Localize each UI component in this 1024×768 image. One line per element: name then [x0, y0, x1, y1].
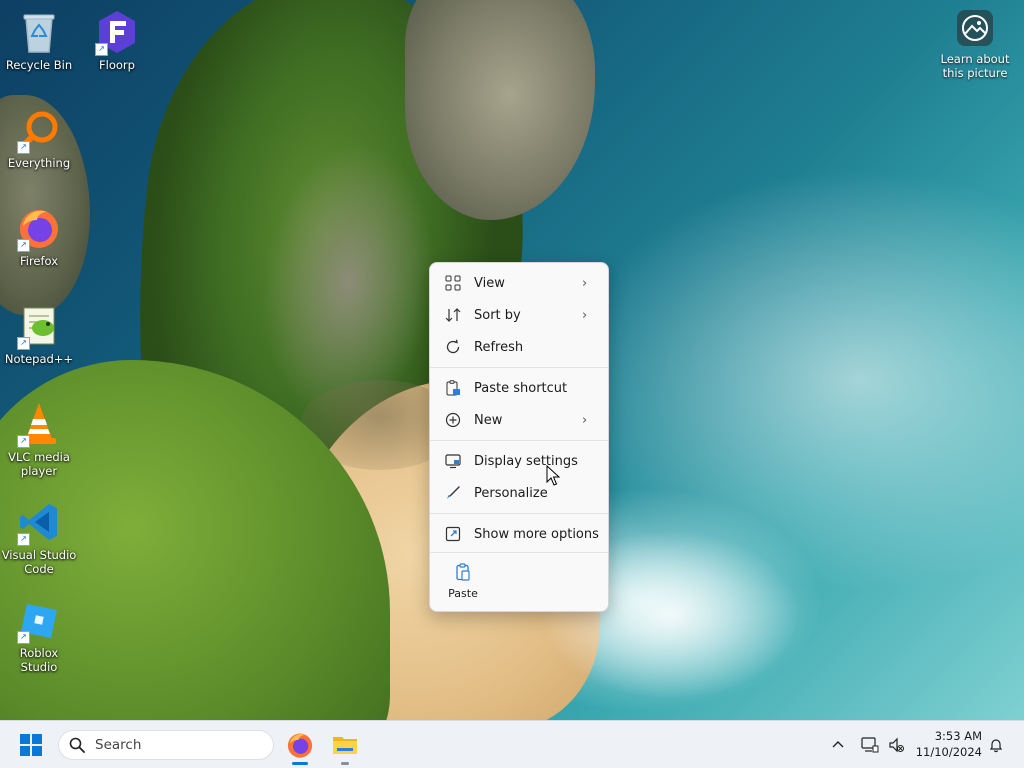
chevron-right-icon: › — [582, 412, 588, 428]
desktop-icon-everything[interactable]: ↗ Everything — [0, 106, 78, 170]
desktop-context-menu: View › Sort by › Refresh Paste shortcut — [429, 262, 609, 612]
active-app-indicator — [292, 762, 308, 765]
display-icon — [444, 452, 462, 470]
menu-item-display-settings[interactable]: Display settings — [434, 446, 604, 476]
menu-item-show-more-options[interactable]: Show more options — [434, 519, 604, 549]
shortcut-arrow-icon: ↗ — [17, 631, 30, 644]
desktop-icon-label: Firefox — [19, 254, 59, 268]
desktop-icon-label: Everything — [7, 156, 71, 170]
shortcut-arrow-icon: ↗ — [17, 435, 30, 448]
clock-date: 11/10/2024 — [915, 745, 982, 759]
menu-item-paste-shortcut[interactable]: Paste shortcut — [434, 373, 604, 403]
desktop-icon-label: VLC media player — [8, 450, 70, 478]
desktop-icon-vscode[interactable]: ↗ Visual Studio Code — [0, 498, 78, 576]
menu-item-refresh[interactable]: Refresh — [434, 332, 604, 362]
notepadpp-icon: ↗ — [15, 302, 63, 350]
menu-item-view[interactable]: View › — [434, 268, 604, 298]
vscode-icon: ↗ — [15, 498, 63, 546]
menu-separator — [430, 367, 608, 368]
menu-item-new[interactable]: New › — [434, 405, 604, 435]
vlc-cone-icon: ↗ — [15, 400, 63, 448]
desktop-icon-firefox[interactable]: ↗ Firefox — [0, 204, 78, 268]
desktop-icon-roblox-studio[interactable]: ↗ Roblox Studio — [0, 596, 78, 674]
learn-about-picture[interactable]: Learn about this picture — [936, 10, 1014, 80]
paste-button[interactable]: Paste — [442, 557, 484, 603]
plus-circle-icon — [444, 411, 462, 429]
menu-separator — [430, 440, 608, 441]
shortcut-arrow-icon: ↗ — [17, 239, 30, 252]
folder-icon — [333, 737, 357, 754]
desktop-icon-recycle-bin[interactable]: Recycle Bin — [0, 8, 78, 72]
refresh-icon — [444, 338, 462, 356]
everything-search-icon: ↗ — [15, 106, 63, 154]
shortcut-arrow-icon: ↗ — [95, 43, 108, 56]
paste-icon — [454, 563, 472, 581]
windows-logo-icon — [20, 734, 42, 756]
taskbar-app-firefox[interactable] — [286, 731, 314, 759]
desktop-wallpaper[interactable]: Recycle Bin ↗ Floorp ↗ Everything ↗ Fire… — [0, 0, 1024, 720]
sort-icon — [444, 306, 462, 324]
taskbar: Search 3:53 AM 11/10/2024 — [0, 720, 1024, 768]
menu-separator — [430, 552, 608, 553]
notification-bell-icon[interactable] — [986, 735, 1006, 755]
volume-muted-icon[interactable] — [886, 735, 906, 755]
brush-icon — [444, 484, 462, 502]
desktop-icon-label: Notepad++ — [4, 352, 74, 366]
shortcut-arrow-icon: ↗ — [17, 533, 30, 546]
desktop-icon-label: Roblox Studio — [19, 646, 59, 674]
desktop-icon-label: Visual Studio Code — [1, 548, 77, 576]
chevron-right-icon: › — [582, 307, 588, 323]
roblox-studio-icon: ↗ — [15, 596, 63, 644]
paste-shortcut-icon — [444, 379, 462, 397]
firefox-icon — [287, 733, 313, 758]
start-button[interactable] — [20, 734, 42, 756]
network-display-icon[interactable] — [860, 735, 880, 755]
desktop-icon-floorp[interactable]: ↗ Floorp — [78, 8, 156, 72]
desktop-icon-notepadpp[interactable]: ↗ Notepad++ — [0, 302, 78, 366]
desktop-icon-label: Floorp — [99, 58, 135, 72]
learn-about-picture-label: Learn about this picture — [940, 52, 1010, 80]
expand-icon — [444, 525, 462, 543]
firefox-icon: ↗ — [15, 204, 63, 252]
grid-icon — [444, 274, 462, 292]
search-icon — [69, 737, 85, 753]
running-app-indicator — [341, 762, 349, 765]
desktop-icon-vlc[interactable]: ↗ VLC media player — [0, 400, 78, 478]
taskbar-search-box[interactable]: Search — [58, 730, 274, 760]
search-placeholder: Search — [95, 737, 142, 753]
menu-item-sort-by[interactable]: Sort by › — [434, 300, 604, 330]
shortcut-arrow-icon: ↗ — [17, 141, 30, 154]
desktop-icon-label: Recycle Bin — [5, 58, 73, 72]
shortcut-arrow-icon: ↗ — [17, 337, 30, 350]
wallpaper-rock-right — [405, 0, 595, 220]
paste-label: Paste — [448, 587, 478, 600]
menu-separator — [430, 513, 608, 514]
spotlight-camera-icon — [957, 10, 993, 46]
mouse-pointer-icon — [546, 464, 561, 487]
clock-time: 3:53 AM — [934, 729, 982, 743]
show-hidden-icons-chevron-up-icon[interactable] — [828, 735, 848, 755]
recycle-bin-icon — [15, 8, 63, 56]
chevron-right-icon: › — [582, 275, 588, 291]
floorp-icon: ↗ — [93, 8, 141, 56]
taskbar-app-file-explorer[interactable] — [331, 731, 359, 759]
menu-item-personalize[interactable]: Personalize — [434, 478, 604, 508]
taskbar-clock[interactable]: 3:53 AM 11/10/2024 — [912, 728, 982, 760]
